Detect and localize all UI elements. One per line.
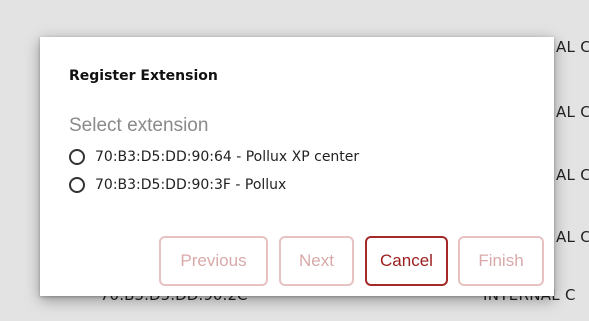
radio-unchecked-icon[interactable] bbox=[69, 177, 85, 193]
register-extension-dialog: Register Extension Select extension 70:B… bbox=[40, 37, 554, 296]
radio-unchecked-icon[interactable] bbox=[69, 149, 85, 165]
previous-button[interactable]: Previous bbox=[159, 236, 268, 286]
background-row-text: AL C bbox=[556, 38, 589, 56]
extension-option-label: 70:B3:D5:DD:90:3F - Pollux bbox=[95, 177, 287, 193]
background-row-text: AL C bbox=[556, 166, 589, 184]
finish-button[interactable]: Finish bbox=[458, 236, 544, 286]
cancel-button[interactable]: Cancel bbox=[365, 236, 448, 286]
select-extension-label: Select extension bbox=[69, 115, 209, 136]
background-row-text: AL C bbox=[556, 228, 589, 246]
dialog-title: Register Extension bbox=[69, 68, 218, 84]
extension-option[interactable]: 70:B3:D5:DD:90:3F - Pollux bbox=[69, 174, 286, 196]
next-button[interactable]: Next bbox=[279, 236, 354, 286]
extension-option[interactable]: 70:B3:D5:DD:90:64 - Pollux XP center bbox=[69, 146, 359, 168]
background-row-text: AL C bbox=[556, 103, 589, 121]
extension-option-label: 70:B3:D5:DD:90:64 - Pollux XP center bbox=[95, 149, 360, 165]
